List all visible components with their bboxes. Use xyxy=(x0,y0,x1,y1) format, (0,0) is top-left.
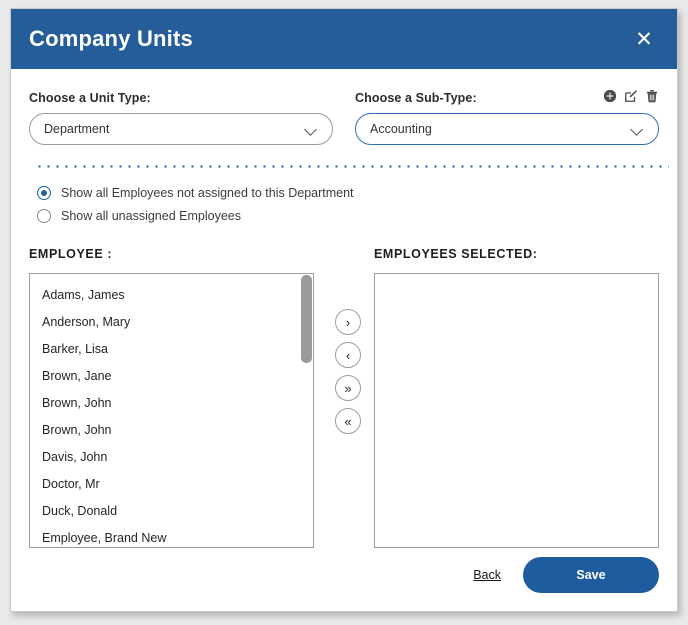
sub-type-select[interactable]: Accounting xyxy=(355,113,659,145)
radio-icon-selected[interactable] xyxy=(37,186,51,200)
add-icon[interactable] xyxy=(603,89,617,103)
employee-filter-radio-group: Show all Employees not assigned to this … xyxy=(29,186,659,223)
save-button[interactable]: Save xyxy=(523,557,659,593)
available-employees-heading: EMPLOYEE : xyxy=(29,247,113,261)
unit-type-label: Choose a Unit Type: xyxy=(29,91,151,105)
filter-option-label: Show all unassigned Employees xyxy=(61,209,241,223)
transfer-lists: EMPLOYEE : Adams, James Anderson, Mary Bar… xyxy=(29,247,659,548)
available-employees-panel: EMPLOYEE : Adams, James Anderson, Mary Bar… xyxy=(29,247,314,548)
list-item[interactable]: Doctor, Mr xyxy=(30,471,313,498)
page-title: Company Units xyxy=(29,26,193,51)
back-link[interactable]: Back xyxy=(473,568,501,582)
transfer-button-group: › ‹ » « xyxy=(335,309,361,434)
selector-row: Choose a Unit Type: Department Choose a … xyxy=(29,69,659,145)
available-employees-scrollbar[interactable] xyxy=(301,275,312,546)
company-units-dialog: Company Units ✕ Choose a Unit Type: Depa… xyxy=(10,8,678,612)
available-employees-items: Adams, James Anderson, Mary Barker, Lisa Br… xyxy=(30,274,313,547)
available-employees-listbox[interactable]: Adams, James Anderson, Mary Barker, Lisa Br… xyxy=(29,273,314,548)
edit-icon[interactable] xyxy=(624,89,638,103)
unit-type-value: Department xyxy=(44,122,110,136)
selected-employees-items xyxy=(375,274,658,547)
filter-option-not-assigned[interactable]: Show all Employees not assigned to this … xyxy=(37,186,659,200)
selected-employees-listbox[interactable] xyxy=(374,273,659,548)
move-all-left-button[interactable]: « xyxy=(335,408,361,434)
filter-option-label: Show all Employees not assigned to this … xyxy=(61,186,354,200)
delete-icon[interactable] xyxy=(645,89,659,103)
sub-type-field: Choose a Sub-Type: Accounting xyxy=(355,89,659,145)
close-icon[interactable]: ✕ xyxy=(629,24,659,54)
list-item[interactable]: Davis, John xyxy=(30,444,313,471)
sub-type-value: Accounting xyxy=(370,122,432,136)
move-right-button[interactable]: › xyxy=(335,309,361,335)
radio-icon[interactable] xyxy=(37,209,51,223)
dialog-body: Choose a Unit Type: Department Choose a … xyxy=(11,69,677,611)
chevron-down-icon xyxy=(305,125,318,133)
list-item[interactable]: Barker, Lisa xyxy=(30,336,313,363)
list-item[interactable]: Brown, John xyxy=(30,390,313,417)
list-item[interactable]: Anderson, Mary xyxy=(30,309,313,336)
unit-type-field: Choose a Unit Type: Department xyxy=(29,91,333,145)
list-item[interactable]: Duck, Donald xyxy=(30,498,313,525)
sub-type-actions xyxy=(603,89,659,103)
selected-employees-panel: EMPLOYEES SELECTED: xyxy=(374,247,659,548)
list-item[interactable]: Brown, Jane xyxy=(30,363,313,390)
list-item[interactable]: Adams, James xyxy=(30,282,313,309)
dotted-divider xyxy=(35,165,669,168)
selected-employees-heading: EMPLOYEES SELECTED: xyxy=(374,247,538,261)
chevron-down-icon xyxy=(631,125,644,133)
dialog-footer: Back Save xyxy=(473,557,659,593)
move-all-right-button[interactable]: » xyxy=(335,375,361,401)
scrollbar-thumb[interactable] xyxy=(301,275,312,363)
list-item[interactable]: Brown, John xyxy=(30,417,313,444)
move-left-button[interactable]: ‹ xyxy=(335,342,361,368)
filter-option-unassigned[interactable]: Show all unassigned Employees xyxy=(37,209,659,223)
dialog-titlebar: Company Units ✕ xyxy=(11,9,677,69)
unit-type-select[interactable]: Department xyxy=(29,113,333,145)
list-item[interactable]: Employee, Brand New xyxy=(30,525,313,547)
